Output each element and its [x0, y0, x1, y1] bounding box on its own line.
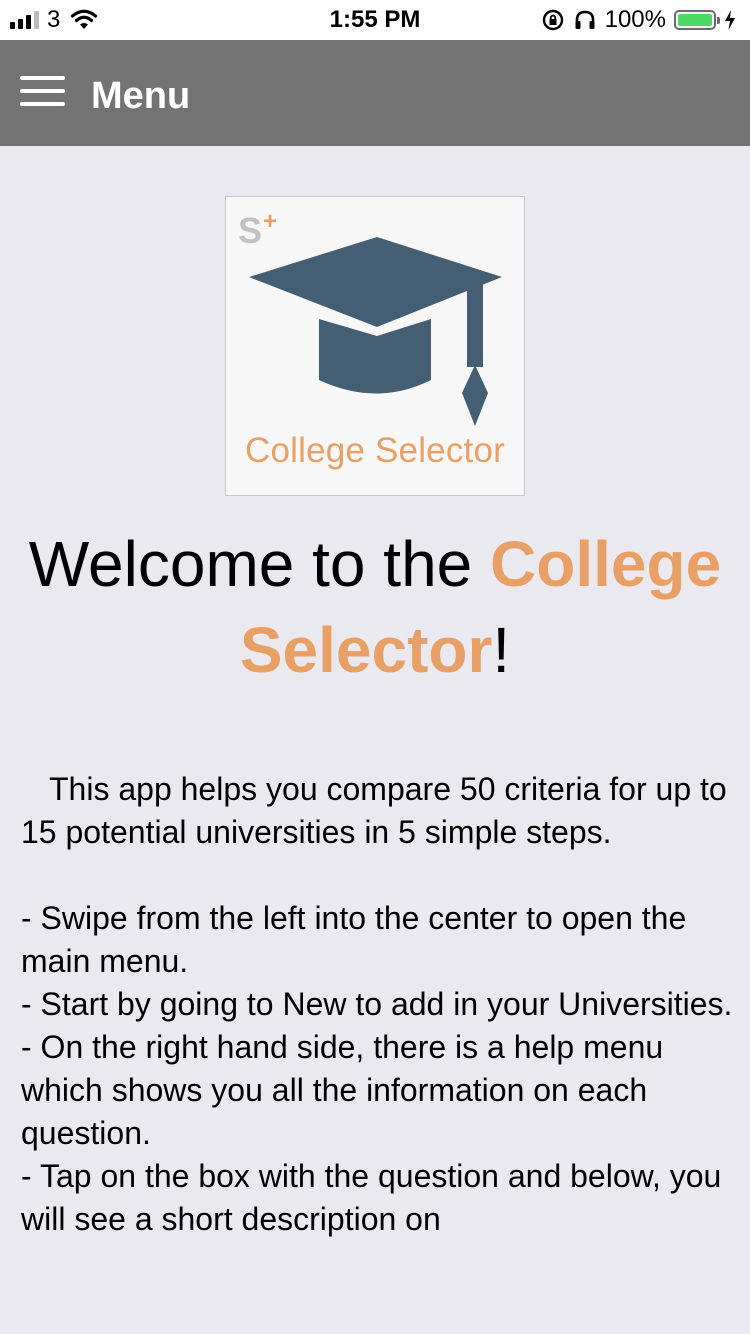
- hamburger-menu-icon[interactable]: [20, 76, 65, 108]
- battery-percent: 100%: [604, 6, 666, 33]
- intro-paragraph: This app helps you compare 50 criteria f…: [21, 771, 727, 850]
- status-right: 100%: [541, 4, 736, 36]
- instructions: This app helps you compare 50 criteria f…: [21, 768, 736, 1241]
- instruction-item: - Swipe from the left into the center to…: [21, 900, 687, 979]
- nav-title: Menu: [91, 75, 191, 117]
- badge-plus: +: [263, 208, 277, 235]
- headphones-icon: [575, 10, 595, 29]
- battery-level: [678, 14, 712, 26]
- app-logo: S + College Selector: [225, 196, 525, 496]
- logo-text: College Selector: [244, 431, 505, 470]
- welcome-prefix: Welcome to the: [28, 528, 491, 600]
- nav-bar: Menu: [0, 40, 750, 146]
- welcome-heading: Welcome to the College Selector!: [0, 521, 750, 693]
- battery-icon: [674, 10, 720, 30]
- status-bar: 3 1:55 PM 100%: [0, 0, 750, 40]
- instruction-item: - On the right hand side, there is a hel…: [21, 1029, 664, 1151]
- badge-s: S: [238, 210, 262, 251]
- instruction-item: - Tap on the box with the question and b…: [21, 1158, 722, 1237]
- instruction-item: - Start by going to New to add in your U…: [21, 986, 733, 1022]
- orientation-lock-icon: [542, 9, 563, 31]
- charging-icon: [725, 10, 735, 30]
- welcome-suffix: !: [492, 614, 511, 686]
